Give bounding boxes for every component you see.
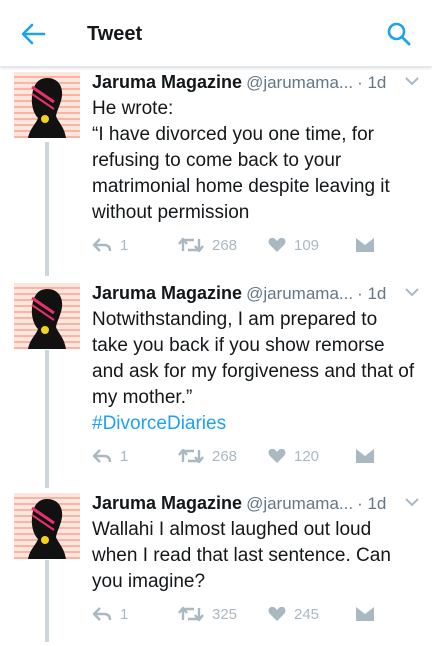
envelope-icon: [356, 449, 374, 463]
tweet[interactable]: Jaruma Magazine @jarumama... · 1d He wrote…: [0, 70, 432, 260]
tweet-line: when I read that last sentence. Can: [92, 545, 391, 566]
reply-icon: [92, 449, 112, 463]
reply-icon: [92, 607, 112, 621]
tweet-time: · 1d: [357, 494, 387, 513]
tweet-actions: 1 268 120: [92, 445, 392, 467]
heart-icon: [268, 606, 286, 621]
tweet-time: · 1d: [357, 73, 387, 92]
chevron-down-icon[interactable]: [405, 287, 419, 297]
retweet-button[interactable]: 325: [178, 603, 237, 625]
reply-count: 1: [120, 236, 129, 254]
author-handle[interactable]: @jarumama...: [246, 284, 353, 303]
tweet-time: · 1d: [357, 284, 387, 303]
tweet-line: without permission: [92, 202, 250, 223]
tweet-actions: 1 268 109: [92, 234, 392, 256]
avatar[interactable]: [14, 283, 80, 349]
direct-message-button[interactable]: [356, 445, 374, 467]
back-arrow-icon[interactable]: [20, 22, 46, 46]
direct-message-button[interactable]: [356, 603, 374, 625]
like-count: 109: [294, 236, 320, 254]
tweet-text: Notwithstanding, I am prepared to take y…: [92, 307, 422, 437]
tweet-line: refusing to come back to your: [92, 150, 342, 171]
reply-button[interactable]: 1: [92, 445, 128, 467]
page-title: Tweet: [87, 23, 143, 45]
reply-count: 1: [120, 605, 129, 623]
tweet[interactable]: Jaruma Magazine @jarumama... · 1d Wallahi …: [0, 491, 432, 641]
tweet-text: He wrote: “I have divorced you one time,…: [92, 96, 422, 226]
tweet-header: Jaruma Magazine @jarumama... · 1d: [92, 281, 422, 305]
tweet-line: Wallahi I almost laughed out loud: [92, 519, 372, 540]
author-handle[interactable]: @jarumama...: [246, 494, 353, 513]
envelope-icon: [356, 607, 374, 621]
tweet-line: matrimonial home despite leaving it: [92, 176, 390, 197]
tweet-header: Jaruma Magazine @jarumama... · 1d: [92, 491, 422, 515]
like-count: 245: [294, 605, 320, 623]
avatar[interactable]: [14, 493, 80, 559]
search-icon[interactable]: [386, 21, 412, 47]
author-name[interactable]: Jaruma Magazine: [92, 493, 242, 513]
hashtag-link[interactable]: #DivorceDiaries: [92, 411, 422, 437]
chevron-down-icon[interactable]: [405, 76, 419, 86]
like-button[interactable]: 245: [268, 603, 319, 625]
like-button[interactable]: 109: [268, 234, 319, 256]
retweet-button[interactable]: 268: [178, 234, 237, 256]
reply-icon: [92, 238, 112, 252]
retweet-count: 325: [212, 605, 238, 623]
tweet[interactable]: Jaruma Magazine @jarumama... · 1d Notwiths…: [0, 281, 432, 481]
retweet-button[interactable]: 268: [178, 445, 237, 467]
top-bar: Tweet: [0, 0, 432, 67]
chevron-down-icon[interactable]: [405, 497, 419, 507]
avatar-silhouette-icon: [28, 499, 66, 559]
tweet-line: take you back if you show remorse: [92, 335, 385, 356]
tweet-line: and ask for my forgiveness and that of: [92, 361, 415, 382]
heart-icon: [268, 448, 286, 463]
retweet-icon: [178, 237, 204, 253]
tweet-line: Notwithstanding, I am prepared to: [92, 309, 378, 330]
retweet-icon: [178, 606, 204, 622]
tweet-line: my mother.”: [92, 387, 193, 408]
tweet-text: Wallahi I almost laughed out loud when I…: [92, 517, 422, 595]
direct-message-button[interactable]: [356, 234, 374, 256]
tweet-line: you imagine?: [92, 571, 206, 592]
avatar-silhouette-icon: [28, 289, 66, 349]
author-name[interactable]: Jaruma Magazine: [92, 283, 242, 303]
retweet-count: 268: [212, 447, 238, 465]
tweet-line: “I have divorced you one time, for: [92, 124, 374, 145]
reply-count: 1: [120, 447, 129, 465]
envelope-icon: [356, 238, 374, 252]
avatar[interactable]: [14, 72, 80, 138]
retweet-icon: [178, 448, 204, 464]
like-button[interactable]: 120: [268, 445, 319, 467]
reply-button[interactable]: 1: [92, 603, 128, 625]
tweet-line: He wrote:: [92, 98, 174, 119]
reply-button[interactable]: 1: [92, 234, 128, 256]
tweet-header: Jaruma Magazine @jarumama... · 1d: [92, 70, 422, 94]
retweet-count: 268: [212, 236, 238, 254]
author-handle[interactable]: @jarumama...: [246, 73, 353, 92]
avatar-silhouette-icon: [28, 78, 66, 138]
tweet-actions: 1 325 245: [92, 603, 392, 625]
author-name[interactable]: Jaruma Magazine: [92, 72, 242, 92]
heart-icon: [268, 237, 286, 252]
like-count: 120: [294, 447, 320, 465]
